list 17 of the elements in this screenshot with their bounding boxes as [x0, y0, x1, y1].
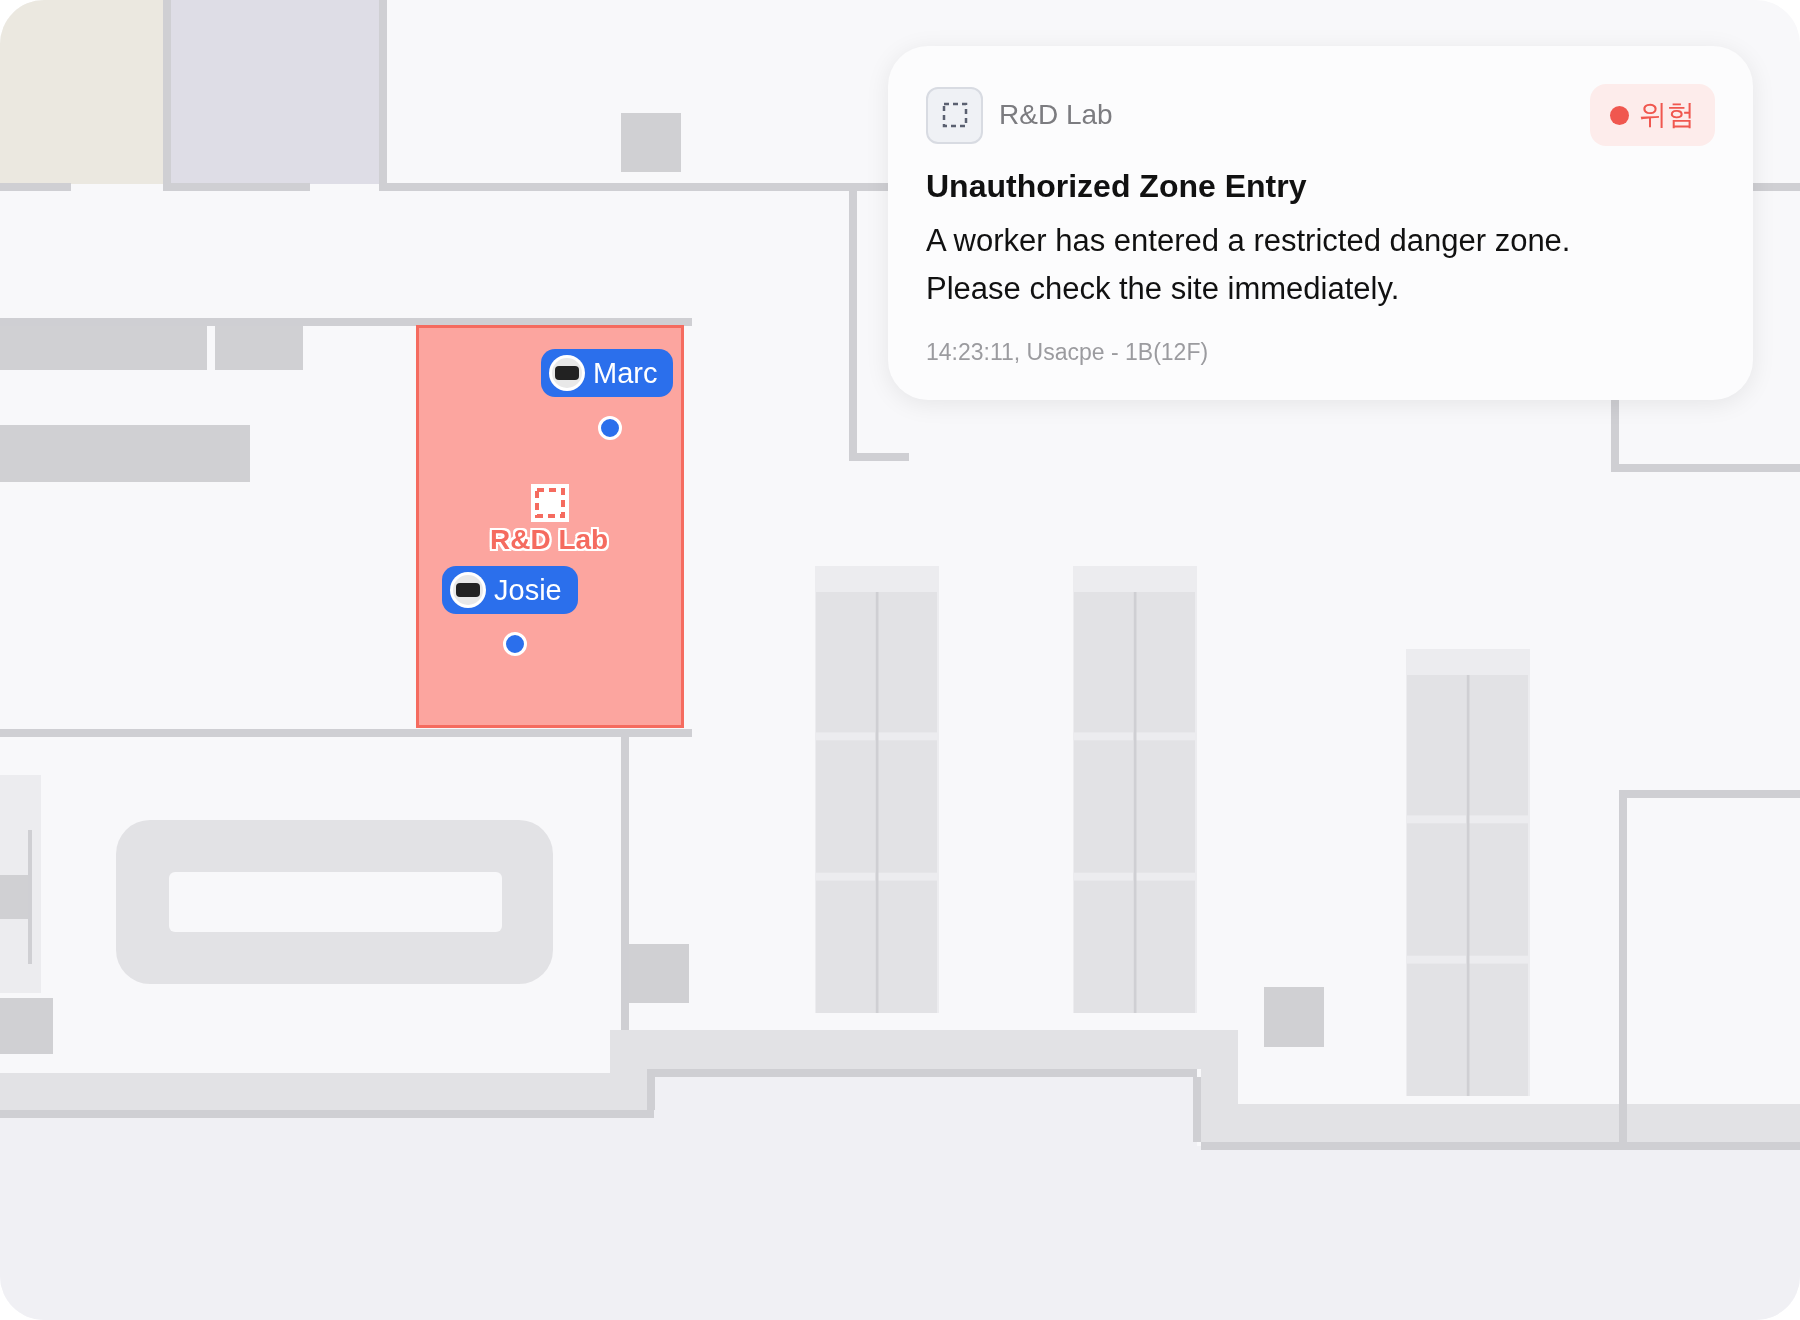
zone-name: R&D Lab	[999, 99, 1114, 131]
storage-block	[621, 113, 681, 172]
storage-block	[629, 944, 689, 1003]
wall	[0, 183, 71, 191]
alert-message: A worker has entered a restricted danger zone. Please check the site immediately.	[926, 222, 1572, 308]
device-icon	[450, 572, 486, 608]
zone-icon	[529, 482, 571, 524]
worker-marker[interactable]: Marc	[541, 349, 674, 397]
device-icon	[549, 355, 585, 391]
alert-meta: 14:23:11, Usacpe - 1B(12F)	[926, 339, 1210, 366]
alert-title: Unauthorized Zone Entry	[926, 168, 1308, 205]
storage-block	[0, 998, 53, 1054]
zone-icon	[926, 86, 983, 144]
danger-badge: 위험	[1590, 84, 1715, 146]
storage-block	[1264, 987, 1324, 1047]
zone-label: R&D Lab	[490, 524, 609, 556]
worker-marker[interactable]: Josie	[442, 566, 578, 614]
